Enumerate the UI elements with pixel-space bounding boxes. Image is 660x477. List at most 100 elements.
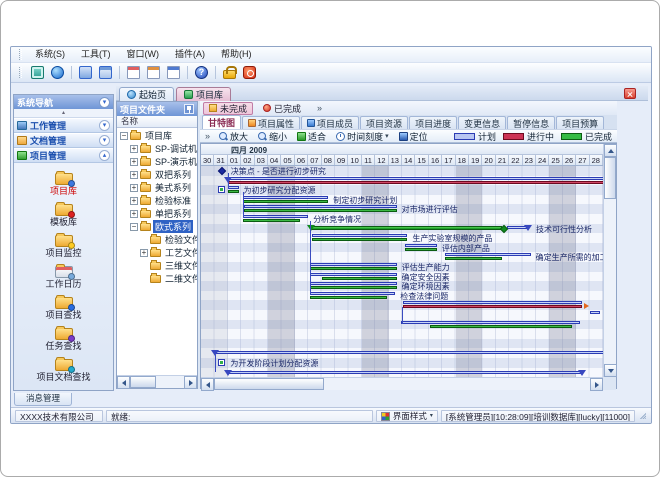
day-cell[interactable]: 30 bbox=[201, 155, 214, 166]
more-options-icon[interactable]: » bbox=[202, 131, 213, 141]
task-bar-in-progress[interactable] bbox=[228, 181, 603, 184]
sidebar-item[interactable]: 项目文档查找 bbox=[14, 356, 113, 382]
resize-grip[interactable] bbox=[638, 411, 647, 420]
day-cell[interactable]: 18 bbox=[456, 155, 469, 166]
day-cell[interactable]: 31 bbox=[214, 155, 227, 166]
gantt-tab[interactable]: 项目资源 bbox=[360, 116, 408, 129]
day-cell[interactable]: 26 bbox=[563, 155, 576, 166]
task-bar-plan[interactable] bbox=[401, 321, 581, 324]
scroll-right-icon[interactable] bbox=[590, 378, 603, 391]
day-cell[interactable]: 22 bbox=[509, 155, 522, 166]
day-cell[interactable]: 10 bbox=[348, 155, 361, 166]
sidebar-item[interactable]: 项目库 bbox=[14, 170, 113, 196]
expand-icon[interactable]: + bbox=[130, 197, 138, 205]
day-cell[interactable]: 07 bbox=[308, 155, 321, 166]
document-tab[interactable]: 起始页 bbox=[119, 87, 174, 101]
globe-button[interactable] bbox=[49, 64, 66, 81]
scroll-down-icon[interactable] bbox=[604, 364, 617, 377]
day-cell[interactable]: 12 bbox=[375, 155, 388, 166]
task-bar-completed[interactable] bbox=[243, 219, 301, 222]
task-bar-completed[interactable] bbox=[322, 277, 397, 280]
day-cell[interactable]: 25 bbox=[549, 155, 562, 166]
day-cell[interactable]: 11 bbox=[362, 155, 375, 166]
menu-item[interactable]: 工具(T) bbox=[74, 47, 118, 62]
summary-bar-plan[interactable] bbox=[228, 371, 582, 374]
tree-node[interactable]: +检验标准 bbox=[117, 194, 197, 207]
task-bar-plan[interactable] bbox=[310, 282, 397, 285]
gantt-tab[interactable]: 变更信息 bbox=[458, 116, 506, 129]
scrollbar-thumb[interactable] bbox=[214, 378, 324, 390]
task-bar-completed[interactable] bbox=[244, 209, 397, 212]
sidebar-item[interactable]: 任务查找 bbox=[14, 325, 113, 351]
document-tab[interactable]: 项目库 bbox=[176, 87, 231, 101]
day-cell[interactable]: 01 bbox=[228, 155, 241, 166]
expand-icon[interactable]: + bbox=[130, 184, 138, 192]
day-cell[interactable]: 08 bbox=[322, 155, 335, 166]
day-cell[interactable]: 23 bbox=[523, 155, 536, 166]
day-cell[interactable]: 27 bbox=[576, 155, 589, 166]
gantt-toolbar-button[interactable]: 适合 bbox=[293, 130, 330, 143]
day-cell[interactable]: 16 bbox=[429, 155, 442, 166]
task-bar-completed[interactable] bbox=[445, 257, 503, 260]
gantt-tab[interactable]: 暂停信息 bbox=[507, 116, 555, 129]
task-bar-plan[interactable] bbox=[310, 292, 396, 295]
day-cell[interactable]: 13 bbox=[389, 155, 402, 166]
expand-icon[interactable]: + bbox=[130, 171, 138, 179]
scroll-up-icon[interactable] bbox=[604, 144, 617, 157]
help-button[interactable] bbox=[193, 64, 210, 81]
day-cell[interactable]: 24 bbox=[536, 155, 549, 166]
gantt-toolbar-button[interactable]: 时间刻度▾ bbox=[332, 130, 393, 143]
menu-item[interactable]: 插件(A) bbox=[168, 47, 212, 62]
power-button[interactable] bbox=[241, 64, 258, 81]
task-square-marker[interactable] bbox=[218, 359, 225, 366]
calendar-button[interactable] bbox=[125, 64, 142, 81]
day-cell[interactable]: 28 bbox=[590, 155, 603, 166]
sidebar-section[interactable]: 项目管理▴ bbox=[14, 148, 113, 163]
scroll-left-icon[interactable] bbox=[201, 378, 214, 391]
gantt-toolbar-button[interactable]: 定位 bbox=[395, 130, 432, 143]
sidebar-section[interactable]: 工作管理▾ bbox=[14, 118, 113, 133]
task-bar-plan[interactable] bbox=[403, 301, 581, 304]
tree-node[interactable]: 三维文件 bbox=[117, 259, 197, 272]
summary-bar-completed[interactable] bbox=[311, 226, 503, 230]
collapse-icon[interactable]: − bbox=[130, 223, 138, 231]
menu-item[interactable]: 系统(S) bbox=[28, 47, 72, 62]
task-bar-plan[interactable] bbox=[310, 273, 397, 276]
lock-button[interactable] bbox=[221, 64, 238, 81]
day-cell[interactable]: 21 bbox=[496, 155, 509, 166]
gantt-tab[interactable]: 甘特图 bbox=[202, 115, 241, 129]
gantt-toolbar-button[interactable]: 放大 bbox=[215, 130, 252, 143]
scrollbar-thumb[interactable] bbox=[604, 157, 616, 199]
task-bar-plan[interactable] bbox=[312, 234, 407, 237]
gantt-toolbar-button[interactable]: 缩小 bbox=[254, 130, 291, 143]
chevron-down-icon[interactable]: ▾ bbox=[99, 97, 110, 108]
task-bar-plan[interactable] bbox=[228, 186, 239, 189]
menu-item[interactable]: 帮助(H) bbox=[214, 47, 259, 62]
tree-node[interactable]: −欧式系列 bbox=[117, 220, 197, 233]
gantt-horizontal-scrollbar[interactable] bbox=[201, 377, 603, 390]
day-cell[interactable]: 09 bbox=[335, 155, 348, 166]
sidebar-scroll-up-button[interactable]: ▴ bbox=[14, 109, 113, 118]
sidebar-item[interactable]: 项目查找 bbox=[14, 294, 113, 320]
task-bar-plan[interactable] bbox=[228, 177, 603, 180]
summary-bar-plan[interactable] bbox=[215, 351, 603, 354]
day-cell[interactable]: 19 bbox=[469, 155, 482, 166]
task-bar-completed[interactable] bbox=[430, 325, 572, 328]
tree-node[interactable]: +单把系列 bbox=[117, 207, 197, 220]
sidebar-item[interactable]: 工作日历 bbox=[14, 263, 113, 289]
filter-button[interactable]: 未完成 bbox=[203, 102, 253, 115]
folder-blue-button[interactable] bbox=[77, 64, 94, 81]
monitor-button[interactable] bbox=[29, 64, 46, 81]
task-bar-completed[interactable] bbox=[312, 238, 407, 241]
toolbar-grip[interactable] bbox=[19, 67, 22, 78]
task-bar-plan[interactable] bbox=[310, 263, 397, 266]
tree-node[interactable]: +双把系列 bbox=[117, 168, 197, 181]
task-bar-completed[interactable] bbox=[310, 267, 397, 270]
task-bar-in-progress[interactable] bbox=[403, 305, 581, 308]
tree-node[interactable]: 检验文件 bbox=[117, 233, 197, 246]
sidebar-item[interactable]: 项目监控 bbox=[14, 232, 113, 258]
task-bar-plan[interactable] bbox=[445, 253, 531, 256]
day-cell[interactable]: 05 bbox=[281, 155, 294, 166]
task-bar-completed[interactable] bbox=[310, 286, 397, 289]
chevron-down-icon[interactable]: ▾ bbox=[99, 120, 110, 131]
